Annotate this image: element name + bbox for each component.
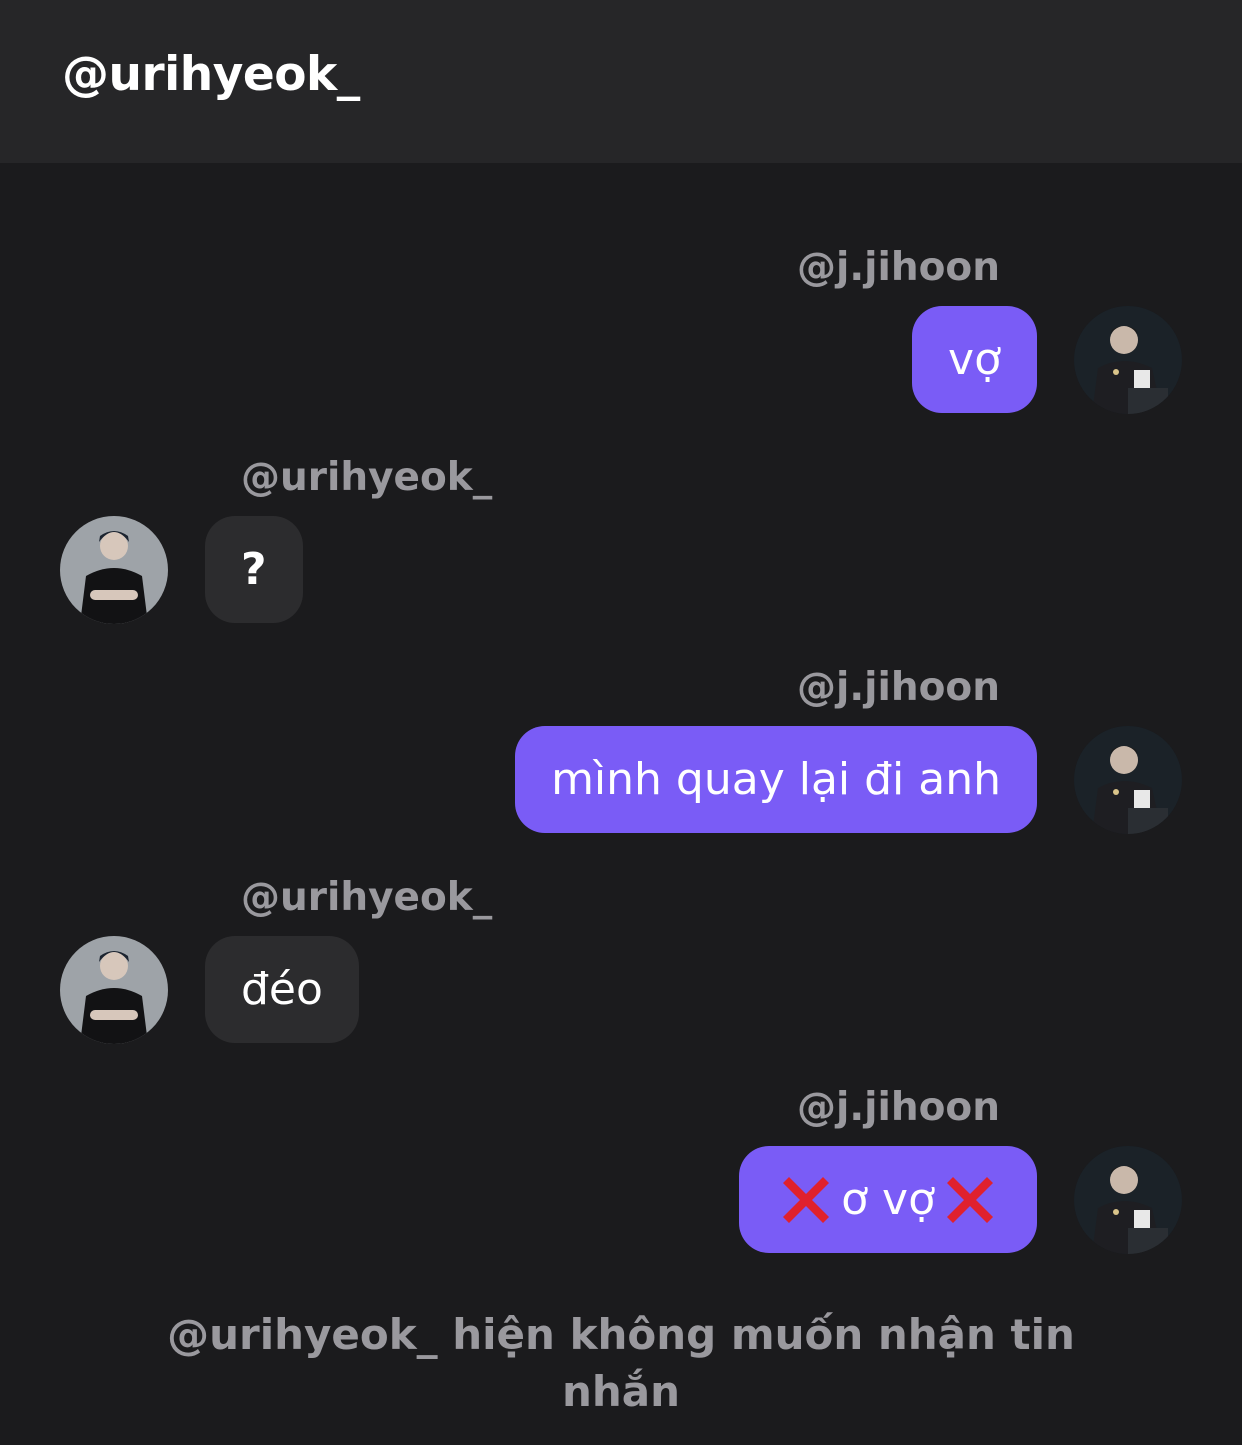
avatar-jihoon-image [1074, 1146, 1182, 1254]
message-text: đéo [241, 964, 323, 1015]
message-text: ? [241, 544, 267, 595]
message-text: ơ vợ [841, 1174, 935, 1225]
message-sender: @urihyeok_ [241, 455, 493, 500]
avatar-jihoon-image [1074, 306, 1182, 414]
cross-mark-icon [775, 1169, 837, 1231]
message-text: mình quay lại đi anh [551, 754, 1001, 805]
avatar[interactable] [60, 516, 168, 624]
avatar[interactable] [60, 936, 168, 1044]
message-sender: @j.jihoon [796, 1085, 1000, 1130]
message-bubble-outgoing[interactable]: vợ [912, 306, 1037, 413]
chat-header: @urihyeok_ [0, 0, 1242, 163]
message-bubble-outgoing[interactable]: ơ vợ [739, 1146, 1037, 1253]
message-bubble-outgoing[interactable]: mình quay lại đi anh [515, 726, 1037, 833]
avatar-urihyeok-image [60, 936, 168, 1044]
avatar-urihyeok-image [60, 516, 168, 624]
message-sender: @j.jihoon [796, 665, 1000, 710]
avatar[interactable] [1074, 306, 1182, 414]
message-sender: @urihyeok_ [241, 875, 493, 920]
message-sender: @j.jihoon [796, 245, 1000, 290]
messaging-disabled-notice: @urihyeok_ hiện không muốn nhận tin nhắn [167, 1310, 1075, 1416]
avatar[interactable] [1074, 726, 1182, 834]
avatar[interactable] [1074, 1146, 1182, 1254]
message-text: vợ [948, 334, 1001, 385]
cross-mark-icon [939, 1169, 1001, 1231]
chat-title: @urihyeok_ [62, 47, 360, 102]
avatar-jihoon-image [1074, 726, 1182, 834]
message-bubble-incoming[interactable]: đéo [205, 936, 359, 1043]
message-bubble-incoming[interactable]: ? [205, 516, 303, 623]
